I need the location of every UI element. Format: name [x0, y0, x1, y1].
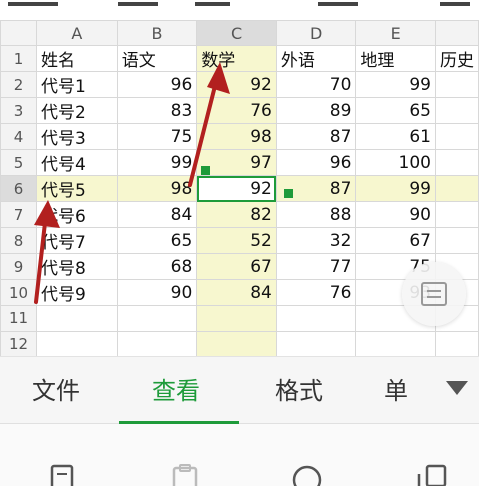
row-header[interactable]: 5: [0, 149, 38, 177]
cell[interactable]: [275, 330, 357, 356]
table-row: 1 姓名 语文 数学 外语 地理 历史: [0, 45, 479, 73]
cell[interactable]: 87: [275, 123, 357, 151]
toolbar-tabs: 文件 查看 格式 单元: [0, 356, 479, 425]
cell[interactable]: 52: [196, 227, 277, 255]
cell[interactable]: 地理: [355, 45, 436, 73]
clipboard-icon[interactable]: [171, 464, 199, 486]
table-row: 12: [0, 330, 479, 356]
status-fragment: [318, 0, 358, 6]
notes-icon: [421, 282, 447, 306]
tab-cell[interactable]: 单元: [384, 357, 424, 425]
row-header[interactable]: 3: [0, 97, 38, 125]
column-header-f[interactable]: [434, 20, 479, 47]
cell[interactable]: 100: [355, 149, 436, 177]
cell[interactable]: [434, 201, 479, 229]
document-icon[interactable]: [50, 464, 74, 486]
arrow-annotation-icon: [34, 200, 60, 304]
cell[interactable]: 90: [116, 279, 198, 307]
copy-icon[interactable]: [415, 464, 447, 486]
cell[interactable]: [355, 330, 436, 356]
cell[interactable]: 84: [116, 201, 198, 229]
column-header-row: A B C D E: [0, 20, 479, 47]
cell[interactable]: 96: [275, 149, 357, 177]
cell[interactable]: 61: [355, 123, 436, 151]
table-row: 4 代号3 75 98 87 61: [0, 123, 479, 151]
cell[interactable]: [275, 305, 357, 332]
table-row: 6 代号5 98 92 87 99: [0, 175, 479, 203]
cell[interactable]: 代号3: [36, 123, 118, 151]
cell[interactable]: 32: [275, 227, 357, 255]
cell[interactable]: [196, 305, 277, 332]
cell[interactable]: 67: [196, 253, 277, 281]
status-bar-fragment: [0, 0, 479, 20]
cell[interactable]: 90: [355, 201, 436, 229]
more-triangle-icon[interactable]: [446, 381, 468, 395]
row-header[interactable]: 4: [0, 123, 38, 151]
search-icon[interactable]: [290, 464, 324, 486]
cell[interactable]: 65: [355, 97, 436, 125]
cell[interactable]: [434, 123, 479, 151]
tab-view[interactable]: 查看: [152, 357, 200, 425]
row-header[interactable]: 1: [0, 45, 38, 73]
cell[interactable]: [434, 149, 479, 177]
notes-float-button[interactable]: [402, 262, 466, 326]
status-fragment: [195, 0, 230, 6]
cell[interactable]: 89: [275, 97, 357, 125]
tab-file[interactable]: 文件: [32, 357, 80, 425]
cell[interactable]: [36, 330, 118, 356]
cell[interactable]: [196, 330, 277, 356]
cell[interactable]: [116, 330, 198, 356]
cell[interactable]: 68: [116, 253, 198, 281]
cell[interactable]: 历史: [434, 45, 479, 73]
cell[interactable]: 77: [275, 253, 357, 281]
cell[interactable]: 82: [196, 201, 277, 229]
cell[interactable]: 99: [355, 175, 436, 203]
cell[interactable]: 65: [116, 227, 198, 255]
cell[interactable]: 代号2: [36, 97, 118, 125]
table-row: 5 代号4 99 97 96 100: [0, 149, 479, 177]
cell[interactable]: 76: [275, 279, 357, 307]
cell[interactable]: 67: [355, 227, 436, 255]
cell[interactable]: [36, 305, 118, 332]
status-fragment: [440, 0, 470, 6]
cell[interactable]: [434, 175, 479, 203]
cell[interactable]: 88: [275, 201, 357, 229]
selection-handle-bottom-right[interactable]: [284, 189, 293, 198]
table-row: 2 代号1 96 92 70 99: [0, 71, 479, 99]
bottom-action-bar: [0, 424, 479, 486]
cell[interactable]: 姓名: [36, 45, 118, 73]
cell[interactable]: 代号1: [36, 71, 118, 99]
cell[interactable]: [434, 227, 479, 255]
cell[interactable]: 代号4: [36, 149, 118, 177]
column-header-c[interactable]: C: [196, 20, 277, 47]
column-header-a[interactable]: A: [36, 20, 118, 47]
table-row: 8 代号7 65 52 32 67: [0, 227, 479, 255]
cell[interactable]: [434, 97, 479, 125]
cell[interactable]: 外语: [275, 45, 357, 73]
status-fragment: [118, 0, 158, 6]
table-row: 7 代号6 84 82 88 90: [0, 201, 479, 229]
row-header[interactable]: 11: [0, 305, 38, 332]
cell[interactable]: [116, 305, 198, 332]
cell[interactable]: 70: [275, 71, 357, 99]
row-header[interactable]: 12: [0, 330, 38, 356]
row-header[interactable]: 2: [0, 71, 38, 99]
column-header-e[interactable]: E: [355, 20, 436, 47]
arrow-annotation-icon: [188, 62, 230, 187]
table-row: 3 代号2 83 76 89 65: [0, 97, 479, 125]
status-fragment: [8, 0, 58, 6]
cell[interactable]: [434, 71, 479, 99]
column-header-b[interactable]: B: [116, 20, 198, 47]
column-header-d[interactable]: D: [275, 20, 357, 47]
select-all-corner[interactable]: [0, 20, 38, 47]
cell[interactable]: [434, 330, 479, 356]
cell[interactable]: 99: [355, 71, 436, 99]
tab-format[interactable]: 格式: [275, 357, 323, 425]
cell[interactable]: 84: [196, 279, 277, 307]
